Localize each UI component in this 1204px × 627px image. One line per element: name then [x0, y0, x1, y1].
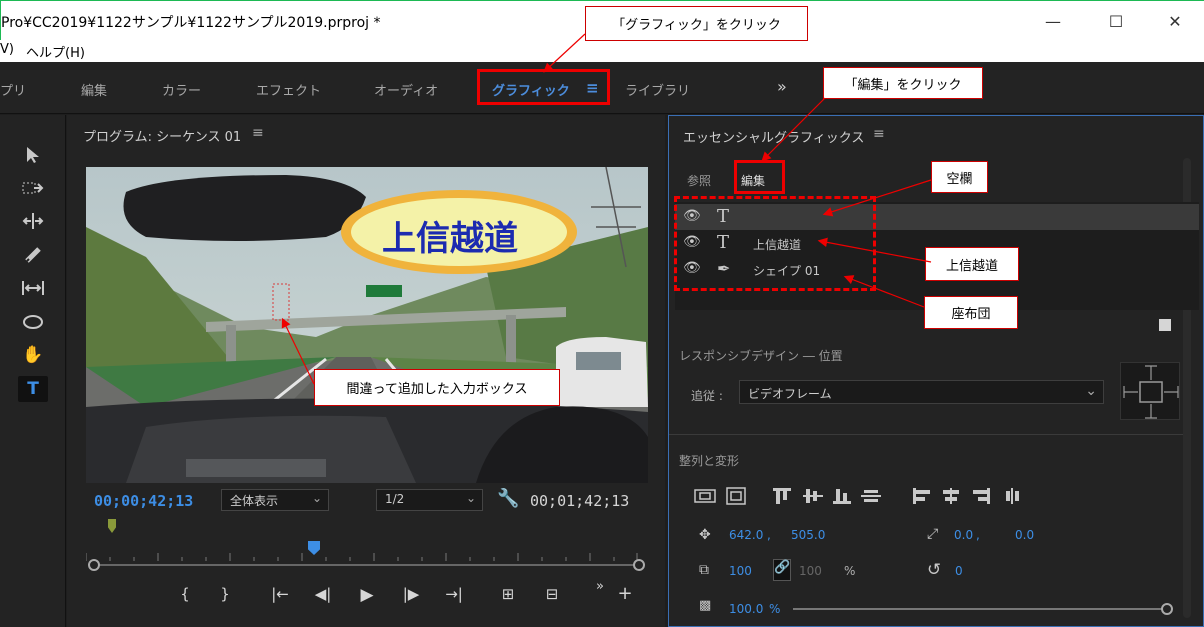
rotation-value[interactable]: 0	[955, 564, 963, 578]
pin-diagram-icon	[1123, 365, 1179, 419]
extract-button[interactable]: ⊟	[539, 585, 565, 603]
eg-title: エッセンシャルグラフィックス	[683, 131, 865, 146]
chevron-down-icon: ⌄	[465, 491, 476, 505]
razor-tool-icon[interactable]	[18, 242, 48, 268]
callout-edit: 「編集」をクリック	[823, 67, 983, 99]
minimize-button[interactable]: —	[1041, 9, 1065, 33]
mark-out-button[interactable]: }	[212, 585, 238, 603]
duration-timecode: 00;01;42;13	[530, 492, 630, 510]
road-scene-image	[86, 167, 648, 483]
anchor-point-icon: ⤢	[927, 526, 939, 542]
callout-empty: 空欄	[931, 161, 988, 193]
play-button[interactable]: ▶	[354, 585, 380, 605]
follow-dropdown[interactable]: ビデオフレーム ⌄	[739, 380, 1104, 404]
ellipse-tool-icon[interactable]	[18, 309, 48, 335]
tab-browse[interactable]: 参照	[687, 172, 711, 189]
menu-bar: V) ヘルプ(H)	[0, 40, 1204, 62]
new-layer-icon[interactable]	[1159, 319, 1171, 331]
callout-wrong-box: 間違って追加した入力ボックス	[314, 369, 560, 406]
menu-help[interactable]: ヘルプ(H)	[26, 42, 85, 61]
opacity-icon: ▩	[699, 598, 712, 613]
chevron-down-icon: ⌄	[1085, 383, 1097, 399]
ripple-edit-tool-icon[interactable]	[18, 208, 48, 234]
close-button[interactable]: ✕	[1163, 9, 1187, 33]
more-controls-icon[interactable]: »	[587, 579, 613, 594]
hand-tool-icon[interactable]: ✋	[18, 342, 48, 368]
pin-widget[interactable]	[1120, 362, 1180, 420]
comma: ,	[767, 528, 771, 542]
current-timecode[interactable]: 00;00;42;13	[94, 492, 193, 510]
tab-effects[interactable]: エフェクト	[256, 80, 321, 99]
more-workspaces-icon[interactable]: »	[777, 77, 787, 96]
comma: ,	[976, 528, 980, 542]
step-forward-button[interactable]: |▶	[398, 585, 424, 603]
callout-zabuton: 座布団	[924, 296, 1018, 329]
position-icon: ✥	[699, 527, 711, 543]
resolution-dropdown[interactable]: 1/2 ⌄	[376, 489, 483, 511]
scale-icon: ⧉	[699, 562, 709, 578]
follow-label: 追従 :	[691, 389, 723, 403]
in-point-marker[interactable]	[108, 519, 116, 533]
chevron-down-icon: ⌄	[311, 491, 322, 505]
zoom-scroll-start-handle[interactable]	[88, 559, 100, 571]
zoom-dropdown[interactable]: 全体表示 ⌄	[221, 489, 329, 511]
follow-value: ビデオフレーム	[748, 387, 832, 401]
opacity-unit: %	[769, 602, 781, 616]
tools-panel: ✋ T	[0, 115, 66, 627]
opacity-slider[interactable]	[793, 608, 1163, 610]
selection-tool-icon[interactable]	[18, 142, 48, 168]
track-select-tool-icon[interactable]	[18, 175, 48, 201]
link-scale-icon[interactable]: 🔗	[773, 559, 791, 581]
responsive-design-title: レスポンシブデザイン ― 位置	[679, 349, 843, 363]
align-buttons-row[interactable]	[693, 486, 1033, 506]
eg-menu-icon[interactable]: ≡	[873, 126, 885, 142]
callout-kamishinetsu: 上信越道	[925, 247, 1019, 281]
scale-unit: %	[844, 564, 856, 578]
opacity-slider-knob[interactable]	[1161, 603, 1173, 615]
layers-highlight	[674, 196, 876, 291]
position-y[interactable]: 505.0	[791, 528, 825, 542]
tab-assembly[interactable]: プリ	[0, 80, 26, 99]
go-to-out-button[interactable]: →|	[441, 585, 467, 603]
align-transform-title: 整列と変形	[679, 454, 740, 468]
time-ruler[interactable]	[86, 543, 638, 561]
opacity-value[interactable]: 100.0	[729, 602, 763, 616]
program-menu-icon[interactable]: ≡	[252, 125, 264, 141]
wrench-icon[interactable]: 🔧	[497, 488, 519, 509]
edit-tab-highlight	[734, 160, 785, 194]
program-title: プログラム: シーケンス 01	[83, 130, 242, 145]
window-title: Pro¥CC2019¥1122サンプル¥1122サンプル2019.prproj …	[1, 15, 381, 31]
zoom-scroll-bar[interactable]	[93, 564, 639, 566]
video-title-text: 上信越道	[382, 219, 518, 259]
graphics-tab-highlight	[477, 69, 610, 105]
callout-graphics: 「グラフィック」をクリック	[585, 6, 808, 41]
scale-value[interactable]: 100	[729, 564, 752, 578]
anchor-y[interactable]: 0.0	[1015, 528, 1034, 542]
zoom-scroll-end-handle[interactable]	[633, 559, 645, 571]
tab-color[interactable]: カラー	[162, 80, 201, 99]
slip-tool-icon[interactable]	[18, 275, 48, 301]
scale-h-value[interactable]: 100	[799, 564, 822, 578]
position-x[interactable]: 642.0	[729, 528, 763, 542]
tab-audio[interactable]: オーディオ	[374, 80, 438, 99]
tab-editing[interactable]: 編集	[81, 80, 107, 99]
mark-in-button[interactable]: {	[172, 585, 198, 603]
go-to-in-button[interactable]: |←	[267, 585, 293, 603]
premiere-window: Pro¥CC2019¥1122サンプル¥1122サンプル2019.prproj …	[0, 0, 1204, 627]
menu-view[interactable]: V)	[0, 42, 14, 57]
divider	[669, 434, 1183, 435]
tab-libraries[interactable]: ライブラリ	[625, 80, 690, 99]
rotation-icon: ↺	[927, 560, 942, 580]
resolution-value: 1/2	[385, 492, 405, 506]
anchor-x[interactable]: 0.0	[954, 528, 973, 542]
video-frame[interactable]: 上信越道	[86, 167, 648, 483]
zoom-value: 全体表示	[230, 494, 279, 508]
maximize-button[interactable]: ☐	[1104, 9, 1128, 33]
lift-button[interactable]: ⊞	[495, 585, 521, 603]
button-editor-icon[interactable]: +	[612, 583, 638, 604]
step-back-button[interactable]: ◀|	[310, 585, 336, 603]
type-tool-icon[interactable]: T	[18, 376, 48, 402]
